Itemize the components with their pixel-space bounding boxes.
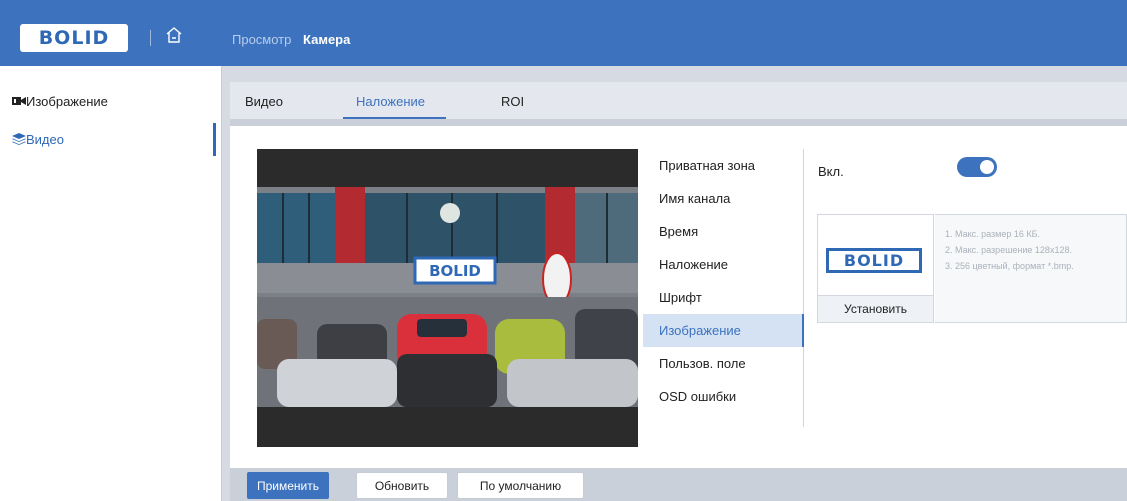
osd-active-indicator <box>802 314 804 347</box>
apply-button[interactable]: Применить <box>247 472 329 499</box>
osd-item-osd-errors[interactable]: OSD ошибки <box>643 380 803 413</box>
main-content: Видео Наложение ROI BOLID Приватная зона… <box>230 82 1127 501</box>
tab-roi[interactable]: ROI <box>501 94 524 109</box>
sidebar-item-video[interactable]: Видео <box>0 123 216 156</box>
brand-logo: BOLID <box>20 24 128 52</box>
osd-item-image[interactable]: Изображение <box>643 314 803 347</box>
hint-max-size: 1. Макс. размер 16 КБ. <box>945 229 1041 239</box>
default-button[interactable]: По умолчанию <box>457 472 584 499</box>
tab-bar: Видео Наложение ROI <box>230 82 1127 119</box>
hint-max-resolution: 2. Макс. разрешение 128x128. <box>945 245 1072 255</box>
osd-item-overlay[interactable]: Наложение <box>643 248 803 281</box>
nav-camera[interactable]: Камера <box>303 32 350 47</box>
sidebar-item-image[interactable]: Изображение <box>0 85 216 118</box>
install-button[interactable]: Установить <box>818 295 933 322</box>
image-requirements: 1. Макс. размер 16 КБ. 2. Макс. разрешен… <box>935 214 1127 323</box>
preview-scene: BOLID <box>257 149 638 447</box>
osd-divider <box>803 149 804 427</box>
osd-item-privacy-zone[interactable]: Приватная зона <box>643 149 803 182</box>
logo-text: BOLID <box>38 27 110 49</box>
nav-view[interactable]: Просмотр <box>232 32 291 47</box>
overlay-panel: BOLID Приватная зона Имя канала Время На… <box>230 126 1127 468</box>
top-separator <box>150 30 151 46</box>
tab-active-underline <box>343 117 446 119</box>
tab-overlay[interactable]: Наложение <box>356 94 425 109</box>
osd-item-font[interactable]: Шрифт <box>643 281 803 314</box>
sidebar-active-indicator <box>213 123 216 156</box>
layers-icon <box>12 133 26 145</box>
sidebar-item-label: Изображение <box>26 94 108 109</box>
osd-item-user-field[interactable]: Пользов. поле <box>643 347 803 380</box>
preview-overlay-logo: BOLID <box>429 262 481 280</box>
top-bar: BOLID Просмотр Камера <box>0 0 1127 66</box>
enable-label: Вкл. <box>818 164 844 179</box>
refresh-button[interactable]: Обновить <box>356 472 448 499</box>
overlay-image-logo-text: BOLID <box>843 251 905 270</box>
camera-icon <box>12 97 26 105</box>
sidebar-item-label: Видео <box>26 132 64 147</box>
overlay-image-box: BOLID Установить <box>817 214 934 323</box>
sidebar: Изображение Видео <box>0 66 222 501</box>
camera-preview[interactable]: BOLID <box>257 149 638 447</box>
osd-item-channel-name[interactable]: Имя канала <box>643 182 803 215</box>
overlay-image-preview: BOLID <box>826 248 922 273</box>
tab-video[interactable]: Видео <box>245 94 283 109</box>
home-icon[interactable] <box>165 26 183 44</box>
hint-format: 3. 256 цветный, формат *.bmp. <box>945 261 1074 271</box>
osd-item-time[interactable]: Время <box>643 215 803 248</box>
enable-toggle[interactable] <box>957 157 997 177</box>
toggle-knob <box>980 160 994 174</box>
